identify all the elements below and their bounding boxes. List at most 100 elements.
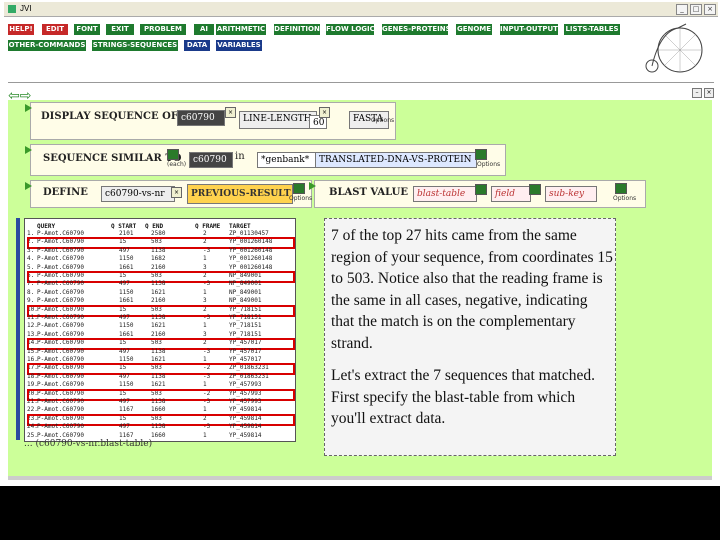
table-cell: 1150 [119, 288, 134, 296]
menu-button[interactable]: HELP! [8, 24, 34, 35]
remove-var-icon[interactable]: × [171, 187, 182, 198]
table-cell: 5. [27, 263, 35, 271]
menu-button[interactable]: AI [194, 24, 214, 35]
table-cell: P-Amot.C60790 [37, 288, 84, 296]
workspace-scrollbar[interactable] [8, 476, 712, 480]
menu-button[interactable]: VARIABLES [216, 40, 262, 51]
add-field-icon[interactable] [529, 184, 541, 195]
add-field-icon[interactable] [475, 184, 487, 195]
table-cell: P-Amot.C60790 [37, 372, 84, 380]
remove-option-icon[interactable]: × [319, 107, 330, 118]
block-run-icon[interactable] [25, 146, 32, 154]
menu-button[interactable]: GENES-PROTEINS [382, 24, 448, 35]
table-cell: -3 [203, 347, 211, 355]
blast-table-hole[interactable]: blast-table [413, 186, 477, 202]
options-toggle-icon[interactable] [615, 183, 627, 194]
maximize-icon[interactable]: □ [690, 4, 702, 15]
column-header[interactable]: Q FRAME [195, 223, 220, 230]
database-hole[interactable]: *genbank* [257, 152, 317, 168]
column-header[interactable]: Q START [111, 223, 136, 230]
define-block[interactable]: DEFINE c60790-vs-nr × PREVIOUS-RESULT Op… [25, 180, 312, 208]
table-cell: P-Amot.C60790 [37, 280, 84, 288]
table-cell: 1138 [151, 280, 166, 288]
sub-key-hole[interactable]: sub-key [545, 186, 597, 202]
table-cell: P-Amot.C60790 [37, 263, 84, 271]
table-cell: -3 [203, 372, 211, 380]
sequence-arg-hole[interactable]: c60790 [189, 152, 233, 168]
table-cell: 1138 [151, 372, 166, 380]
table-cell: YP_457993 [229, 398, 262, 405]
workspace-close-icon[interactable]: × [704, 88, 714, 98]
table-cell: P-Amot.C60790 [37, 322, 84, 330]
column-header[interactable]: QUERY [37, 223, 55, 230]
table-cell: NP_849001 [229, 297, 262, 305]
table-cell: YP_001260148 [229, 246, 273, 254]
previous-result-hole[interactable]: PREVIOUS-RESULT [187, 184, 293, 204]
table-cell: P-Amot.C60790 [37, 297, 84, 305]
line-length-option[interactable]: LINE-LENGTH [239, 111, 317, 129]
display-sequence-block[interactable]: DISPLAY SEQUENCE OF c60790 × LINE-LENGTH… [25, 102, 396, 140]
options-toggle-icon[interactable] [293, 183, 305, 194]
table-cell: 497 [119, 246, 130, 254]
program-option[interactable]: TRANSLATED-DNA-VS-PROTEIN [315, 152, 477, 168]
menu-button[interactable]: FLOW LOGIC [326, 24, 374, 35]
each-toggle-icon[interactable] [167, 149, 179, 160]
table-cell: 2160 [151, 330, 166, 338]
menu-button[interactable]: EXIT [106, 24, 134, 35]
table-cell: 1167 [119, 431, 134, 439]
remove-arg-icon[interactable]: × [225, 107, 236, 118]
column-header[interactable]: Q END [145, 223, 163, 230]
menu-button[interactable]: FONT [74, 24, 100, 35]
blast-value-block[interactable]: BLAST VALUE blast-table field sub-key Op… [309, 180, 646, 208]
table-cell: 1661 [119, 297, 134, 305]
table-cell: -3 [203, 314, 211, 321]
column-header[interactable]: TARGET [229, 223, 251, 230]
table-cell: 1 [203, 288, 207, 296]
each-label: (each) [167, 161, 187, 168]
table-cell: YP_457017 [229, 347, 262, 355]
menu-button[interactable]: DATA [184, 40, 210, 51]
close-icon[interactable]: × [704, 4, 716, 15]
options-label[interactable]: Options [371, 117, 394, 124]
sequence-similar-block[interactable]: SEQUENCE SIMILAR TO (each) c60790 in *ge… [25, 144, 506, 176]
menu-button[interactable]: EDIT [42, 24, 68, 35]
menu-button[interactable]: DEFINITION [274, 24, 320, 35]
table-cell: P-Amot.C60790 [37, 347, 84, 355]
table-cell: 2160 [151, 263, 166, 271]
menu-button[interactable]: LISTS-TABLES [564, 24, 620, 35]
sequence-similar-label: SEQUENCE SIMILAR TO [43, 153, 182, 164]
table-cell: P-Amot.C60790 [37, 255, 84, 263]
variable-name-hole[interactable]: c60790-vs-nr [101, 186, 175, 202]
table-cell: -3 [203, 246, 211, 254]
table-cell: 1. [27, 230, 35, 237]
menu-button[interactable]: STRINGS-SEQUENCES [92, 40, 178, 51]
minimize-icon[interactable]: _ [676, 4, 688, 15]
sequence-arg-hole[interactable]: c60790 [177, 110, 225, 126]
field-hole[interactable]: field [491, 186, 531, 202]
block-run-icon[interactable] [25, 182, 32, 190]
menu-button[interactable]: OTHER-COMMANDS [8, 40, 86, 51]
table-cell: 2580 [151, 230, 166, 237]
table-cell: 1150 [119, 255, 134, 263]
options-label[interactable]: Options [477, 161, 500, 168]
block-run-icon[interactable] [309, 182, 316, 190]
blast-result-table[interactable]: QUERY Q START Q END Q FRAME TARGET 1. P-Amot.… [24, 218, 296, 442]
table-cell: 1 [203, 255, 207, 263]
display-sequence-label: DISPLAY SEQUENCE OF [41, 111, 178, 122]
workspace-minimize-icon[interactable]: – [692, 88, 702, 98]
options-label[interactable]: Options [613, 195, 636, 202]
table-cell: 3 [203, 330, 207, 338]
block-run-icon[interactable] [25, 104, 32, 112]
menu-button[interactable]: GENOME [456, 24, 492, 35]
options-label[interactable]: Options [289, 195, 312, 202]
menu-button[interactable]: PROBLEM [140, 24, 186, 35]
options-toggle-icon[interactable] [475, 149, 487, 160]
table-cell: YP_001260148 [229, 263, 273, 271]
table-cell: 497 [119, 280, 130, 288]
table-cell: 1138 [151, 246, 166, 254]
menu-button[interactable]: INPUT-OUTPUT [500, 24, 558, 35]
result-panel-edge [16, 218, 20, 440]
table-cell: 1 [203, 356, 207, 363]
menu-button[interactable]: ARITHMETIC [216, 24, 266, 35]
table-cell: YP_459814 [229, 406, 262, 414]
